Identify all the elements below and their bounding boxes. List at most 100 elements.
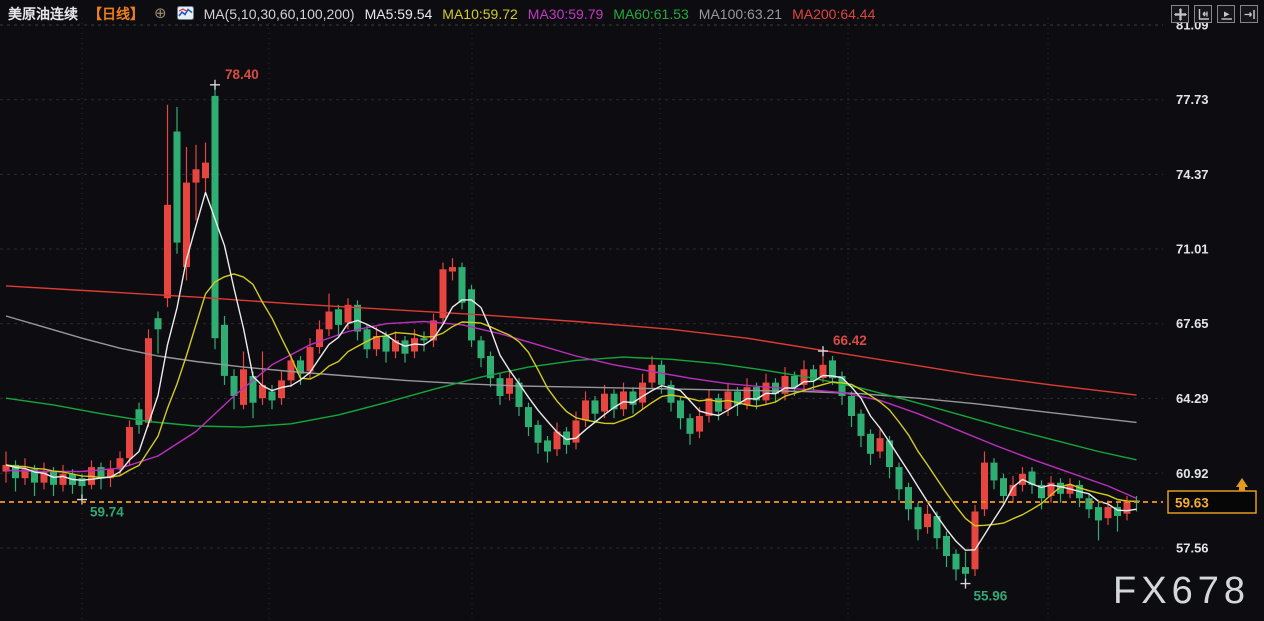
candle-down: [914, 507, 922, 530]
arrow-exit-right-icon: [1244, 9, 1255, 19]
candle-up: [59, 473, 67, 485]
candle-down: [857, 413, 865, 436]
candle-down: [791, 376, 798, 388]
ma100-value: MA100:63.21: [698, 6, 783, 22]
candle-up: [1104, 507, 1112, 519]
line-chart-icon: [176, 5, 194, 23]
candle-down: [686, 418, 694, 434]
current-price-layer: 59.63: [0, 478, 1257, 514]
candle-down: [50, 471, 57, 485]
go-to-latest-button[interactable]: [1240, 5, 1258, 23]
extreme-price-label: 78.40: [225, 67, 259, 82]
candle-down: [363, 329, 371, 350]
candle-down: [867, 433, 874, 454]
candle-up: [325, 311, 333, 330]
ma100-line: [5, 315, 1137, 424]
candle-down: [135, 409, 143, 425]
ma5-value: MA5:59.54: [364, 6, 433, 22]
candle-down: [848, 396, 855, 416]
candle-down: [544, 440, 551, 452]
candle-down: [591, 400, 599, 414]
candle-down: [1000, 478, 1007, 496]
candle-up: [164, 204, 171, 299]
candle-up: [572, 420, 580, 443]
extreme-price-label: 59.74: [90, 505, 124, 520]
axis-play-icon: [1221, 11, 1232, 20]
extreme-cross-marker: [210, 79, 220, 90]
candle-down: [97, 467, 105, 479]
candle-down: [401, 340, 409, 354]
candlestick-chart[interactable]: 78.4059.7466.4255.9681.0977.7374.3771.01…: [0, 0, 1264, 621]
candle-down: [1095, 507, 1102, 521]
candle-up: [126, 427, 133, 459]
candle-up: [145, 338, 152, 423]
candle-up: [924, 513, 931, 528]
timeframe-label[interactable]: 【日线】: [88, 4, 144, 24]
candle-down: [886, 440, 893, 468]
extreme-cross-marker: [77, 494, 87, 505]
y-axis-labels: 81.0977.7374.3771.0167.6564.2960.9257.56: [1176, 18, 1209, 556]
candle-up: [696, 416, 703, 432]
candle-down: [496, 378, 504, 396]
candle-down: [715, 398, 722, 412]
candle-down: [382, 336, 390, 352]
ma200-line: [5, 285, 1137, 396]
candle-down: [1085, 498, 1093, 510]
candle-down: [268, 391, 276, 401]
candle-down: [173, 131, 181, 243]
candle-up: [278, 380, 285, 399]
candles-layer: [2, 84, 1140, 584]
y-axis-tick-label: 57.56: [1176, 541, 1209, 556]
candle-up: [316, 329, 323, 348]
extreme-cross-marker: [818, 346, 828, 357]
axis-scale-left-icon: [1198, 8, 1209, 20]
price-up-arrow-icon: [1236, 478, 1248, 487]
candle-down: [420, 338, 428, 341]
ma30-value: MA30:59.79: [527, 6, 604, 22]
candle-up: [183, 182, 190, 268]
y-axis-tick-label: 60.92: [1176, 466, 1209, 481]
candle-down: [458, 267, 466, 303]
y-axis-tick-label: 77.73: [1176, 92, 1209, 107]
candle-down: [534, 424, 542, 443]
candle-up: [192, 169, 200, 183]
ma-settings-label: MA(5,10,30,60,100,200): [203, 6, 355, 22]
move-tool-button[interactable]: [1171, 5, 1189, 23]
candle-down: [905, 487, 912, 510]
extreme-price-label: 66.42: [833, 333, 867, 348]
candle-up: [240, 369, 247, 405]
candle-down: [525, 407, 532, 428]
candle-up: [449, 267, 456, 272]
candle-down: [658, 364, 665, 385]
auto-scale-button[interactable]: [1217, 5, 1235, 23]
chart-window: 78.40 59.74 66.42 55.96 81.09 77.73 74.37 71.01…: [0, 0, 1264, 621]
ma200-value: MA200:64.44: [792, 6, 876, 22]
candle-down: [677, 400, 684, 419]
chart-header: 美原油连续 【日线】 ⊕ MA(5,10,30,60,100,200) MA5:…: [0, 0, 1264, 26]
extreme-cross-marker: [960, 578, 971, 589]
candle-up: [620, 391, 627, 410]
candle-up: [639, 382, 646, 403]
expand-icon[interactable]: ⊕: [154, 6, 167, 21]
symbol-title: 美原油连续: [8, 6, 78, 22]
candle-up: [648, 364, 656, 383]
candle-down: [477, 340, 485, 359]
candle-down: [154, 318, 162, 330]
ma60-value: MA60:61.53: [613, 6, 689, 22]
candle-down: [943, 536, 950, 556]
candle-down: [990, 462, 998, 481]
candle-down: [335, 309, 342, 325]
candle-down: [230, 376, 238, 396]
candle-down: [895, 467, 903, 490]
y-axis-scale-button[interactable]: [1194, 5, 1212, 23]
candle-up: [971, 511, 979, 570]
candle-down: [354, 304, 361, 332]
candle-up: [439, 269, 447, 319]
candle-up: [601, 393, 608, 412]
ma30-line: [5, 320, 1137, 500]
candle-up: [582, 400, 589, 421]
candle-up: [876, 438, 884, 452]
y-axis-tick-label: 74.37: [1176, 167, 1209, 182]
watermark: FX678: [1113, 570, 1250, 612]
y-axis-tick-label: 64.29: [1176, 391, 1209, 406]
